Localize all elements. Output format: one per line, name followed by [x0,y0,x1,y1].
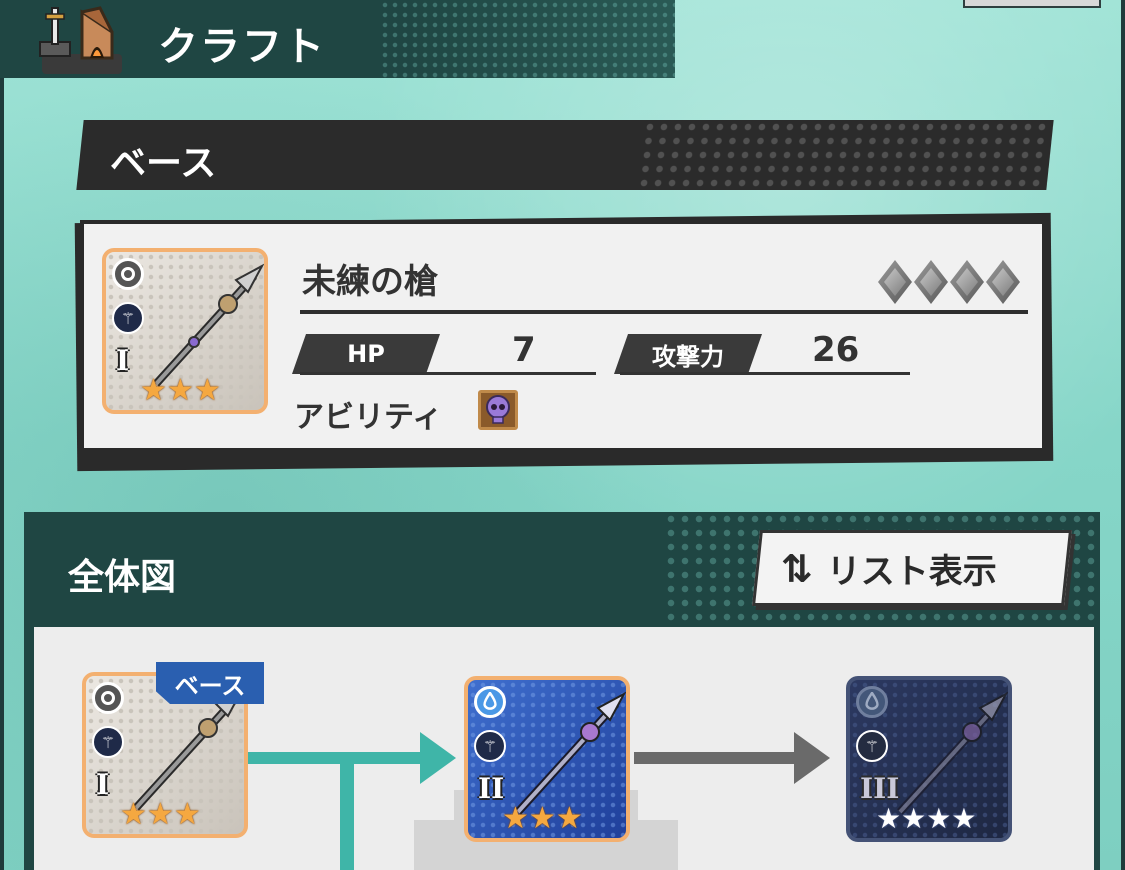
base-banner-pattern [636,120,1054,190]
tree-connector [248,752,428,764]
base-section-title: ベース [110,143,217,184]
top-right-tab[interactable] [963,0,1101,8]
skull-icon [486,395,510,424]
list-view-button[interactable]: ⇅ リスト表示 [752,530,1072,606]
spear-icon [897,691,1008,815]
page-title: クラフト [158,24,326,70]
star-icon: ★ [528,801,556,836]
craft-node-rank-2[interactable]: ⚚ II ★ ★ ★ [464,676,630,842]
star-rating: ★ ★ ★ [140,376,221,406]
star-icon: ★ [901,802,927,835]
skull-ability-icon[interactable] [478,390,518,430]
rarity-gems [878,260,1020,304]
attack-value: 26 [812,330,860,370]
attack-label: 攻撃力 [614,334,762,374]
star-icon: ★ [173,797,201,832]
gem-icon [950,260,984,304]
rank-label: I [96,768,110,801]
gem-icon [914,260,948,304]
star-rating: ★ ★ ★ [502,804,583,834]
craft-node-rank-3[interactable]: ⚚ III ★ ★ ★ ★ [846,676,1012,842]
arrow-right-icon [794,732,830,784]
ability-label: アビリティ [294,400,443,435]
star-icon: ★ [120,797,147,832]
tree-connector-locked [634,752,798,764]
star-icon: ★ [166,373,194,408]
star-icon: ★ [140,373,167,408]
gem-icon [878,260,912,304]
star-icon: ★ [502,801,529,836]
star-icon: ★ [555,801,583,836]
swap-arrows-icon: ⇅ [781,546,813,590]
star-icon: ★ [146,797,174,832]
star-rating: ★ ★ ★ ★ [876,804,976,834]
base-item-tile[interactable]: ⚚ I ★ ★ ★ [102,248,268,414]
star-icon: ★ [193,373,221,408]
attack-underline [620,372,910,375]
forge-icon [39,6,122,74]
weapon-name: 未練の槍 [302,262,438,302]
star-rating: ★ ★ ★ [120,800,201,830]
frame-left [0,0,4,870]
hp-value: 7 [512,330,536,370]
hp-underline [300,372,596,375]
star-icon: ★ [876,802,902,835]
frame-right [1121,0,1125,870]
arrow-right-icon [420,732,456,784]
hp-label: HP [292,334,440,374]
star-icon: ★ [951,802,977,835]
overview-title: 全体図 [68,557,177,598]
divider [300,310,1028,314]
list-view-label: リスト表示 [826,551,997,592]
header-pattern [380,0,675,78]
tree-connector [340,760,354,870]
rank-label: I [116,344,130,377]
base-section-banner [76,120,1054,190]
star-icon: ★ [926,802,952,835]
gem-icon [986,260,1020,304]
base-tag: ベース [156,662,264,704]
